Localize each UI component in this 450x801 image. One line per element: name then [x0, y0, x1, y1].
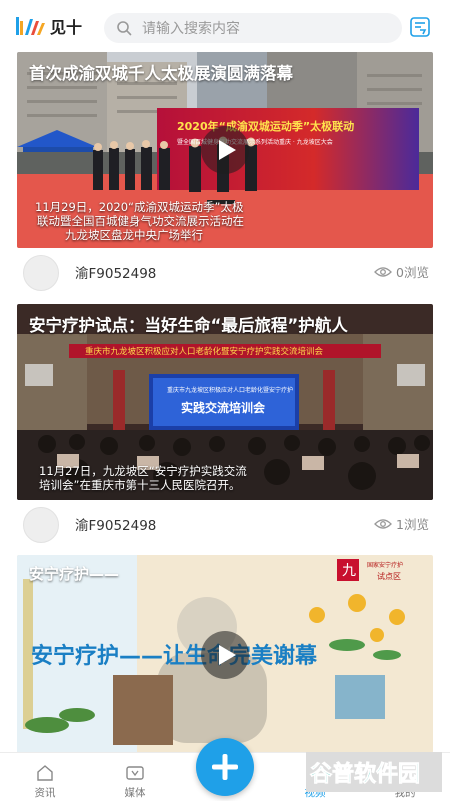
author-row: 渝F9052498 1浏览 — [17, 504, 433, 543]
watermark: 谷普软件园 — [306, 752, 442, 792]
screen-line-1: 重庆市九龙坡区积极应对人口老龄化暨安宁疗护 — [167, 386, 293, 394]
search-placeholder: 请输入搜索内容 — [142, 21, 240, 37]
banner-line-2: 暨全国百城健身气功交流展示系列活动重庆 · 九龙坡区大会 — [177, 138, 333, 146]
screen-line-2: 实践交流培训会 — [181, 400, 266, 415]
play-icon — [219, 645, 236, 665]
tv-icon — [126, 766, 144, 780]
video-title: 安宁疗护—— — [29, 565, 120, 583]
caption-line: 九龙坡区盘龙中央广场举行 — [65, 228, 203, 242]
video-card[interactable]: 2020年“成渝双城运动季”太极联动 暨全国百城健身气功交流展示系列活动重庆 ·… — [17, 52, 433, 248]
tab-news[interactable]: 资讯 — [15, 759, 75, 799]
eye-icon — [374, 518, 392, 529]
app-logo: 见十 — [16, 13, 94, 39]
search-bar[interactable]: 请输入搜索内容 — [104, 13, 402, 43]
logo-text: 见十 — [50, 18, 83, 37]
banner-line-1: 2020年“成渝双城运动季”太极联动 — [177, 119, 354, 133]
view-count: 1浏览 — [374, 514, 429, 533]
video-caption: 11月27日，九龙坡区“安宁疗护实践交流 培训会”在重庆市第十三人民医院召开。 — [39, 464, 247, 492]
eye-icon — [374, 266, 392, 277]
news-icon — [37, 765, 53, 781]
plus-icon — [212, 754, 238, 780]
avatar[interactable] — [23, 507, 59, 543]
add-post-button[interactable] — [196, 738, 254, 796]
top-bar: 见十 请输入搜索内容 — [0, 0, 450, 54]
view-count-text: 0浏览 — [396, 265, 429, 280]
avatar[interactable] — [23, 255, 59, 291]
video-caption: 11月29日，2020“成渝双城运动季”太极 联动暨全国百城健身气功交流展示活动… — [35, 200, 244, 242]
view-count: 0浏览 — [374, 262, 429, 281]
play-icon — [219, 140, 236, 160]
author-name[interactable]: 渝F9052498 — [75, 262, 156, 282]
filter-icon[interactable] — [409, 16, 431, 38]
tab-label: 媒体 — [124, 787, 146, 799]
view-count-text: 1浏览 — [396, 517, 429, 532]
meeting-banner: 重庆市九龙坡区积极应对人口老龄化暨安宁疗护实践交流培训会 — [85, 346, 324, 357]
caption-line: 培训会”在重庆市第十三人民医院召开。 — [39, 478, 241, 492]
tab-media[interactable]: 媒体 — [105, 759, 165, 799]
video-title: 安宁疗护试点：当好生命“最后旅程”护航人 — [29, 316, 348, 335]
caption-line: 联动暨全国百城健身气功交流展示活动在 — [37, 214, 244, 228]
headline: 安宁疗护——让生命完美谢幕 — [31, 643, 318, 669]
logo-mark-icon — [16, 17, 45, 35]
video-card[interactable]: 九 国家安宁疗护 试点区 安宁疗护——让生命完美谢幕 安宁疗护—— — [17, 555, 433, 753]
play-button[interactable] — [201, 126, 249, 174]
video-card[interactable]: 重庆市九龙坡区积极应对人口老龄化暨安宁疗护实践交流培训会 重庆市九龙坡区积极应对… — [17, 304, 433, 500]
author-row: 渝F9052498 0浏览 — [17, 252, 433, 291]
search-icon — [117, 21, 132, 36]
tab-label: 资讯 — [34, 787, 56, 799]
author-name[interactable]: 渝F9052498 — [75, 514, 156, 534]
caption-line: 11月29日，2020“成渝双城运动季”太极 — [35, 200, 244, 214]
watermark-text: 谷普软件园 — [310, 761, 420, 787]
video-title: 首次成渝双城千人太极展演圆满落幕 — [29, 64, 293, 83]
watermark-art: 谷普软件园 — [306, 752, 442, 792]
caption-line: 11月27日，九龙坡区“安宁疗护实践交流 — [39, 464, 247, 478]
play-button[interactable] — [201, 631, 249, 679]
